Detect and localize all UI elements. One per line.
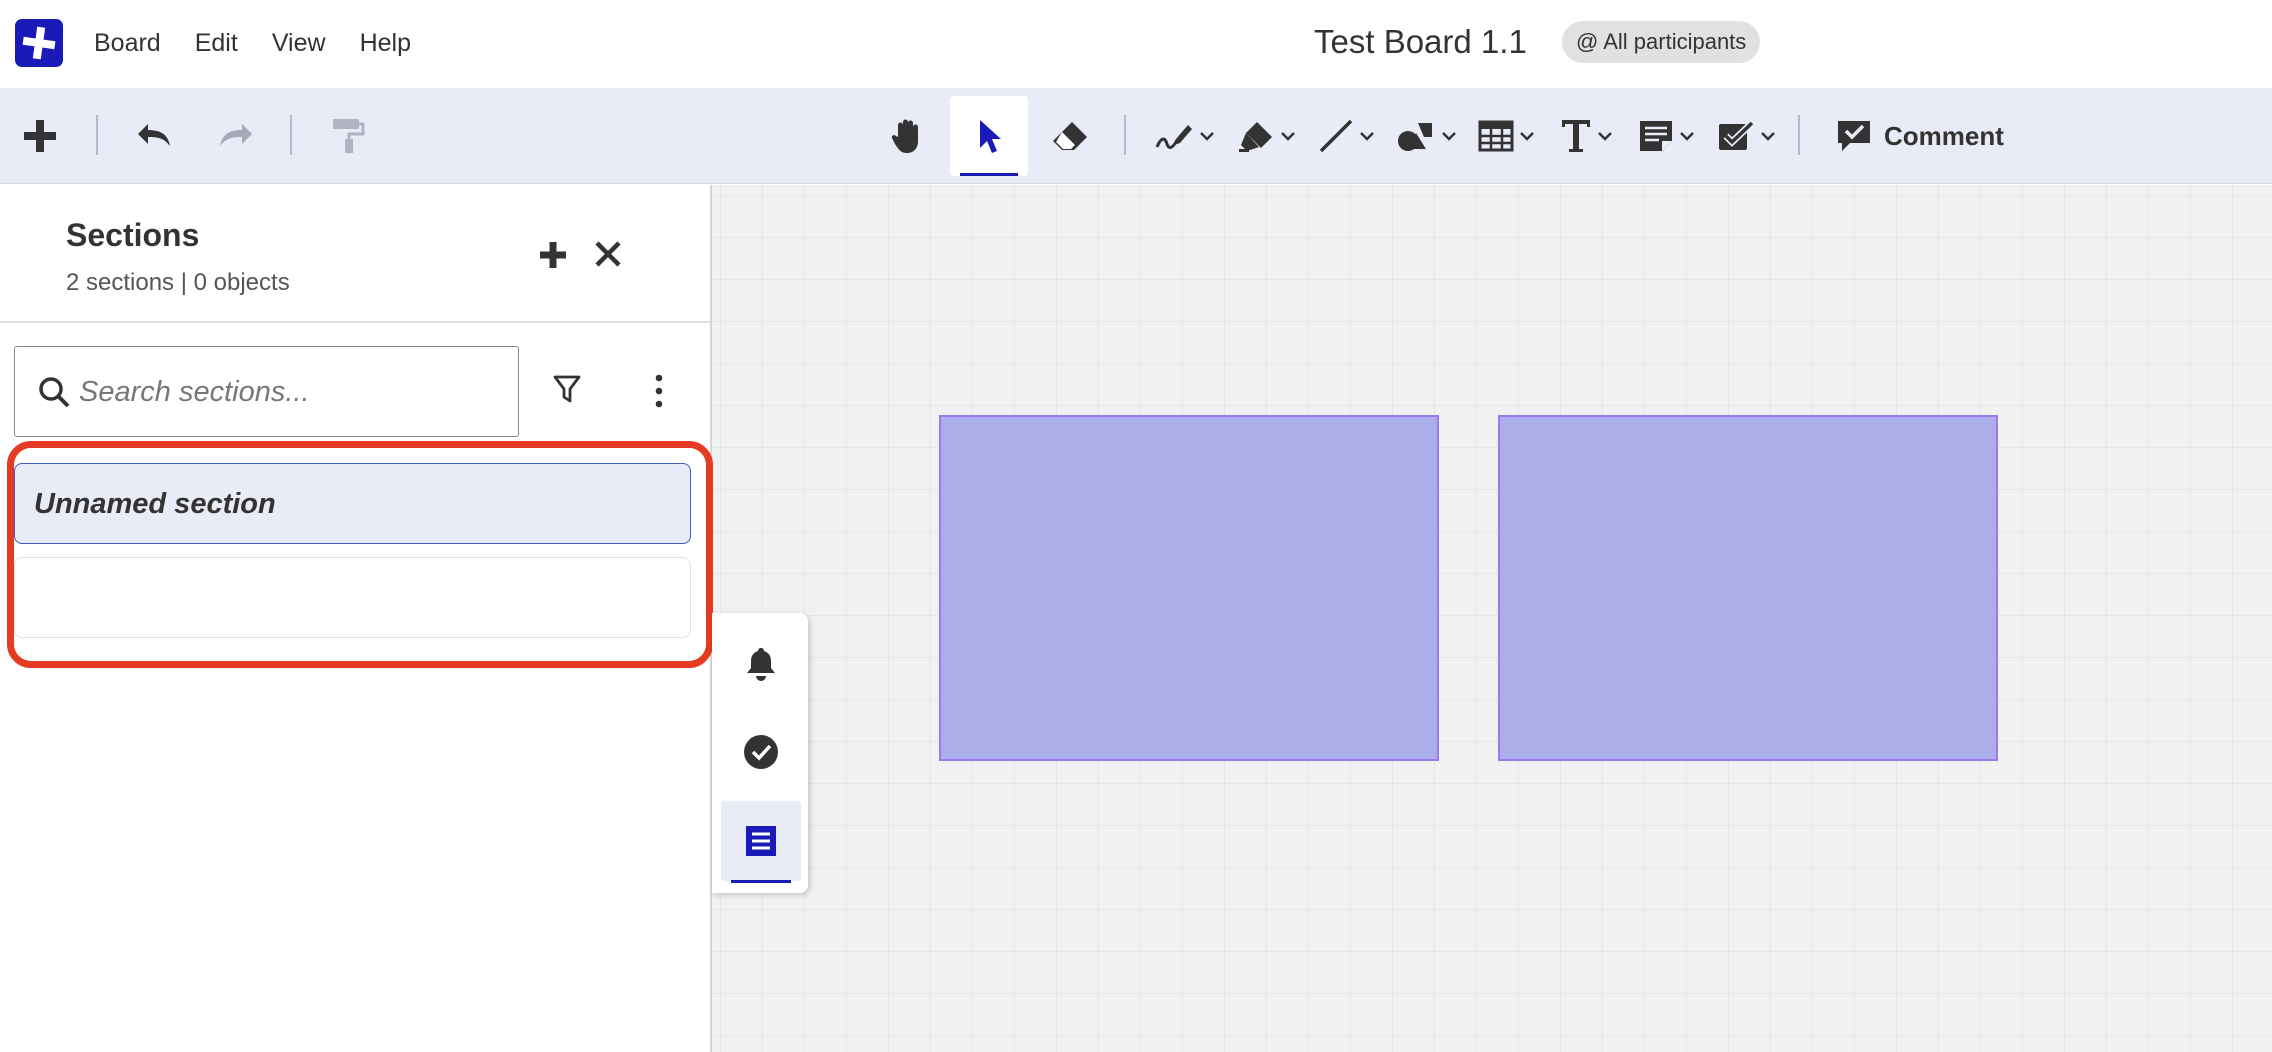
sections-panel-button[interactable]	[721, 801, 801, 883]
table-tool-button[interactable]	[1470, 88, 1542, 184]
title-bar: Board Edit View Help Test Board 1.1 @ Al…	[0, 0, 2272, 88]
table-icon	[1478, 120, 1514, 152]
add-section-button[interactable]	[538, 240, 572, 274]
chevron-down-icon	[1598, 132, 1612, 141]
sticky-note-icon	[1640, 121, 1672, 151]
paint-roller-icon	[333, 119, 365, 153]
chevron-down-icon	[1680, 132, 1694, 141]
toolbar-divider	[1124, 115, 1126, 155]
line-icon	[1319, 119, 1353, 153]
redo-button[interactable]	[210, 88, 262, 184]
filter-button[interactable]	[552, 373, 588, 409]
highlight-annotation	[7, 441, 713, 668]
menu-board[interactable]: Board	[94, 26, 161, 60]
chevron-down-icon	[1442, 132, 1456, 141]
chevron-down-icon	[1200, 132, 1214, 141]
more-options-button[interactable]	[644, 371, 674, 411]
text-tool-button[interactable]	[1550, 88, 1622, 184]
menu-edit[interactable]: Edit	[195, 26, 238, 60]
menu-help[interactable]: Help	[360, 26, 411, 60]
plus-icon	[24, 120, 56, 152]
toolbar-divider	[290, 115, 292, 155]
board-canvas[interactable]	[712, 185, 2272, 1052]
hand-icon	[891, 119, 918, 153]
line-tool-button[interactable]	[1310, 88, 1382, 184]
search-box	[14, 346, 519, 437]
bell-icon	[747, 648, 775, 681]
plus-icon	[540, 242, 566, 268]
sticky-note-tool-button[interactable]	[1630, 88, 1702, 184]
select-tool-button[interactable]	[950, 96, 1028, 176]
comment-label: Comment	[1884, 120, 2004, 151]
chevron-down-icon	[1761, 132, 1775, 141]
side-rail	[712, 613, 808, 893]
toolbar-divider	[96, 115, 98, 155]
vertical-dots-icon	[655, 374, 663, 408]
menu-view[interactable]: View	[272, 26, 326, 60]
close-panel-button[interactable]	[594, 240, 628, 274]
check-circle-icon	[744, 735, 778, 769]
filter-icon	[553, 375, 581, 403]
pen-icon	[1155, 125, 1192, 149]
close-icon	[595, 241, 621, 267]
toolbar-divider	[1798, 115, 1800, 155]
panel-summary: 2 sections | 0 objects	[66, 269, 290, 296]
panel-divider	[0, 321, 710, 323]
app-logo-icon[interactable]	[15, 19, 63, 67]
sections-panel: Sections 2 sections | 0 objects Unnamed …	[0, 185, 713, 1052]
canvas-section-2[interactable]	[1498, 415, 1998, 761]
undo-icon	[138, 124, 170, 146]
comment-button[interactable]: Comment	[1836, 112, 2004, 160]
sections-list-icon	[746, 826, 776, 856]
shapes-icon	[1398, 123, 1432, 151]
notifications-button[interactable]	[721, 624, 801, 704]
search-icon	[39, 377, 70, 408]
chevron-down-icon	[1360, 132, 1374, 141]
board-title[interactable]: Test Board 1.1	[1314, 20, 1527, 64]
eraser-tool-button[interactable]	[1044, 88, 1096, 184]
cursor-arrow-icon	[980, 120, 1001, 153]
chevron-down-icon	[1281, 132, 1295, 141]
pen-tool-button[interactable]	[1148, 88, 1220, 184]
chevron-down-icon	[1520, 132, 1534, 141]
hand-tool-button[interactable]	[884, 88, 932, 184]
menu-bar: Board Edit View Help	[94, 26, 445, 60]
format-painter-button[interactable]	[322, 88, 374, 184]
undo-button[interactable]	[128, 88, 180, 184]
redo-icon	[220, 124, 252, 146]
add-button[interactable]	[14, 88, 66, 184]
eraser-icon	[1053, 122, 1087, 150]
text-icon	[1562, 120, 1590, 152]
highlighter-icon	[1239, 122, 1272, 152]
participants-badge[interactable]: @ All participants	[1562, 21, 1761, 63]
checkbox-icon	[1719, 120, 1755, 150]
tasks-button[interactable]	[721, 712, 801, 792]
checklist-tool-button[interactable]	[1710, 88, 1782, 184]
comment-icon	[1838, 121, 1870, 151]
canvas-section-1[interactable]	[939, 415, 1439, 761]
search-sections-input[interactable]	[79, 367, 499, 417]
panel-title: Sections	[66, 217, 200, 253]
shapes-tool-button[interactable]	[1390, 88, 1462, 184]
highlighter-tool-button[interactable]	[1230, 88, 1302, 184]
toolbar: Comment	[0, 88, 2272, 184]
